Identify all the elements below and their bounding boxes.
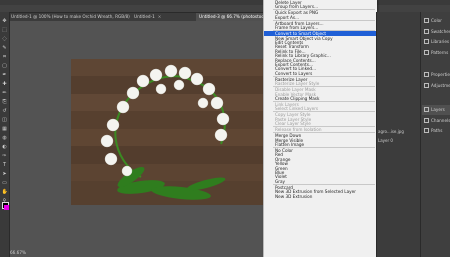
menu-item-new-3d-extrusion[interactable]: New 3D Extrusion: [264, 194, 377, 199]
layer-row[interactable]: agro...ise.jpg: [378, 128, 418, 136]
panel-tab-adjustments[interactable]: Adjustments: [422, 81, 450, 91]
marquee-icon[interactable]: ⬚: [2, 27, 8, 33]
panel-tab-label: Color: [431, 18, 442, 23]
pen-icon[interactable]: ✑: [2, 153, 8, 159]
brush-icon[interactable]: ✏: [2, 90, 8, 96]
blur-icon[interactable]: ◍: [2, 135, 8, 141]
hand-icon[interactable]: ✋: [2, 189, 8, 195]
panel-tab-label: Channels: [431, 117, 450, 123]
panel-tab-layers[interactable]: Layers: [422, 105, 450, 115]
crop-icon[interactable]: ⌗: [2, 54, 8, 60]
panel-tab-label: Libraries: [431, 39, 450, 44]
layers-icon: [424, 107, 429, 112]
color-wheel-icon: [424, 18, 429, 23]
move-icon[interactable]: ✥: [2, 18, 8, 24]
layer-row[interactable]: Layer 0: [378, 137, 418, 145]
close-icon[interactable]: ×: [158, 14, 162, 19]
panel-tab-color[interactable]: Color: [422, 16, 450, 26]
tab-label: Untitled-1 @ 100% (How to make Orchid Wr…: [11, 14, 130, 19]
layer-name: agro...ise.jpg: [378, 129, 404, 134]
type-icon[interactable]: T: [2, 162, 8, 168]
panel-tab-swatches[interactable]: Swatches: [422, 27, 450, 37]
clone-stamp-icon[interactable]: ⎘: [2, 99, 8, 105]
panel-tab-label: Patterns: [431, 49, 449, 55]
background-color-swatch[interactable]: [4, 205, 9, 210]
panel-tab-channels[interactable]: Channels: [422, 116, 450, 126]
quick-select-icon[interactable]: ✎: [2, 45, 8, 51]
gradient-icon[interactable]: ▦: [2, 126, 8, 132]
document-tab-2[interactable]: Untitled-1 ×: [131, 13, 197, 21]
panel-tab-properties[interactable]: Properties: [422, 70, 450, 80]
zoom-status: 66.67%: [10, 250, 26, 255]
lasso-icon[interactable]: ◌: [2, 36, 8, 42]
eyedropper-icon[interactable]: ✒: [2, 72, 8, 78]
tools-panel: ✥ ⬚ ◌ ✎ ⌗ ▢ ✒ ✚ ✏ ⎘ ↺ ◫ ▦ ◍ ◐ ✑ T ➤ ▭ ✋ ⚲: [0, 12, 10, 257]
panel-tab-label: Layers: [431, 107, 445, 112]
panel-tab-label: Paths: [431, 128, 443, 133]
healing-icon[interactable]: ✚: [2, 81, 8, 87]
patterns-icon: [424, 49, 429, 55]
layer-name: Layer 0: [378, 138, 393, 143]
panels-sidebar: Color Swatches Libraries Patterns Properties…: [420, 12, 450, 257]
panel-tab-patterns[interactable]: Patterns: [422, 48, 450, 58]
panel-tab-label: Swatches: [431, 28, 450, 34]
frame-icon[interactable]: ▢: [2, 63, 8, 69]
rectangle-icon[interactable]: ▭: [2, 180, 8, 186]
document-tab-1[interactable]: Untitled-1 @ 100% (How to make Orchid Wr…: [8, 13, 136, 21]
tab-label: Untitled-1: [134, 14, 155, 19]
panel-tab-paths[interactable]: Paths: [422, 126, 450, 136]
swatches-icon: [424, 28, 429, 34]
adjustments-icon: [424, 82, 429, 88]
path-select-icon[interactable]: ➤: [2, 171, 8, 177]
channels-icon: [424, 117, 429, 123]
history-brush-icon[interactable]: ↺: [2, 108, 8, 114]
panel-tab-label: Adjustments: [431, 82, 450, 88]
eraser-icon[interactable]: ◫: [2, 117, 8, 123]
libraries-icon: [424, 39, 429, 44]
panel-tab-libraries[interactable]: Libraries: [422, 37, 450, 47]
panel-tab-label: Properties: [431, 72, 450, 77]
paths-icon: [424, 128, 429, 133]
layer-context-menu[interactable]: Delete Layer Group from Layers... Quick Ex…: [263, 0, 377, 257]
properties-icon: [424, 72, 429, 77]
dodge-icon[interactable]: ◐: [2, 144, 8, 150]
